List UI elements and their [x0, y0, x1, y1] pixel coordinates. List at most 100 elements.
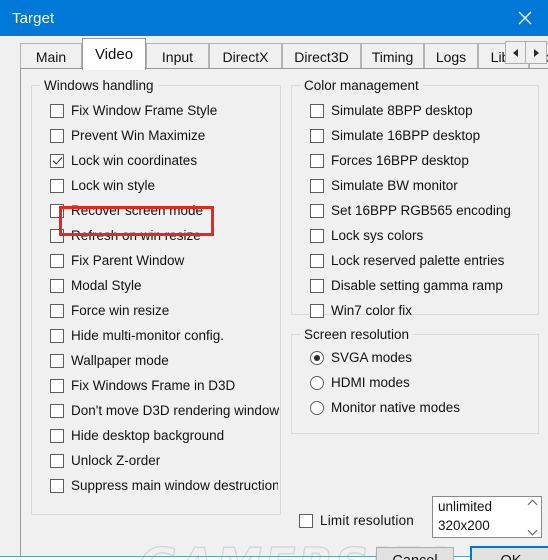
color-management-title: Color management: [300, 78, 423, 93]
checkbox-box-icon: [310, 154, 324, 168]
checkbox-box-icon: [50, 429, 64, 443]
checkbox-force-win-resize[interactable]: Force win resize: [50, 300, 169, 322]
screen-resolution-group: Screen resolution SVGA modes HDMI modes …: [291, 327, 539, 434]
cancel-button[interactable]: Cancel: [376, 547, 454, 560]
screen-resolution-title: Screen resolution: [300, 327, 414, 342]
windows-handling-group: Windows handling Fix Window Frame Style …: [31, 78, 281, 515]
tab-direct3d[interactable]: Direct3D: [282, 43, 361, 69]
tab-scroll-prev-button[interactable]: [505, 41, 526, 64]
dialog-client-area: Main Video Input DirectX Direct3D Timing…: [0, 36, 548, 560]
checkbox-fix-window-frame-style[interactable]: Fix Window Frame Style: [50, 100, 217, 122]
checkbox-box-icon: [50, 454, 64, 468]
checkbox-wallpaper-mode[interactable]: Wallpaper mode: [50, 350, 169, 372]
tab-video[interactable]: Video: [82, 38, 146, 70]
tab-logs[interactable]: Logs: [424, 43, 478, 69]
radio-svga-modes[interactable]: SVGA modes: [310, 347, 412, 369]
checkbox-box-icon: [50, 304, 64, 318]
checkbox-label: Lock sys colors: [331, 228, 424, 243]
checkbox-box-icon: [50, 354, 64, 368]
checkbox-box-icon: [310, 179, 324, 193]
checkbox-box-icon: [50, 279, 64, 293]
checkbox-label: Recover screen mode: [71, 203, 204, 218]
checkbox-label: Forces 16BPP desktop: [331, 153, 469, 168]
listbox-scrollbar[interactable]: [524, 497, 541, 537]
radio-label: Monitor native modes: [331, 400, 461, 415]
checkbox-label: Limit resolution: [320, 513, 414, 528]
ok-button[interactable]: OK: [470, 546, 548, 560]
checkbox-simulate-16bpp-desktop[interactable]: Simulate 16BPP desktop: [310, 125, 480, 147]
checkbox-suppress-main-window-destruction[interactable]: Suppress main window destruction: [50, 475, 278, 497]
radio-selected-icon: [310, 351, 324, 365]
checkbox-dont-move-d3d-rendering-window[interactable]: Don't move D3D rendering window: [50, 400, 279, 422]
checkbox-box-icon: [310, 229, 324, 243]
chevron-up-icon[interactable]: [528, 500, 537, 506]
close-button[interactable]: [501, 0, 548, 36]
title-bar: Target: [0, 0, 548, 36]
video-tab-panel: GAMERSKY Windows handling Fix Window Fra…: [20, 68, 548, 560]
checkbox-box-icon: [50, 104, 64, 118]
radio-icon: [310, 401, 324, 415]
checkbox-box-icon: [310, 104, 324, 118]
tab-scroll-next-button[interactable]: [526, 41, 547, 64]
checkbox-label: Force win resize: [71, 303, 170, 318]
checkbox-lock-win-style[interactable]: Lock win style: [50, 175, 155, 197]
checkbox-box-icon: [310, 129, 324, 143]
checkbox-label: Fix Parent Window: [71, 253, 185, 268]
tab-input[interactable]: Input: [146, 43, 209, 69]
checkbox-unlock-z-order[interactable]: Unlock Z-order: [50, 450, 160, 472]
chevron-down-icon[interactable]: [528, 528, 537, 534]
checkbox-label: Hide desktop background: [71, 428, 225, 443]
checkbox-label: Simulate 16BPP desktop: [331, 128, 481, 143]
tab-main[interactable]: Main: [20, 43, 82, 69]
checkbox-label: Lock win coordinates: [71, 153, 198, 168]
checkbox-label: Wallpaper mode: [71, 353, 169, 368]
radio-label: HDMI modes: [331, 375, 410, 390]
triangle-left-icon: [513, 48, 518, 57]
radio-hdmi-modes[interactable]: HDMI modes: [310, 372, 410, 394]
radio-label: SVGA modes: [331, 350, 413, 365]
checkbox-set-16bpp-rgb565-encoding[interactable]: Set 16BPP RGB565 encoding: [310, 200, 511, 222]
checkbox-fix-parent-window[interactable]: Fix Parent Window: [50, 250, 184, 272]
color-management-group: Color management Simulate 8BPP desktop S…: [291, 78, 539, 318]
windows-handling-title: Windows handling: [40, 78, 158, 93]
checkbox-box-icon: [310, 204, 324, 218]
checkbox-label: Unlock Z-order: [71, 453, 161, 468]
window-title: Target: [12, 9, 55, 27]
checkbox-forces-16bpp-desktop[interactable]: Forces 16BPP desktop: [310, 150, 469, 172]
checkbox-hide-multi-monitor-config[interactable]: Hide multi-monitor config.: [50, 325, 224, 347]
checkbox-fix-windows-frame-in-d3d[interactable]: Fix Windows Frame in D3D: [50, 375, 235, 397]
checkbox-win7-color-fix[interactable]: Win7 color fix: [310, 300, 412, 322]
checkbox-modal-style[interactable]: Modal Style: [50, 275, 142, 297]
checkbox-label: Simulate BW monitor: [331, 178, 458, 193]
checkbox-lock-win-coordinates[interactable]: Lock win coordinates: [50, 150, 197, 172]
checkbox-recover-screen-mode[interactable]: Recover screen mode: [50, 200, 203, 222]
tab-directx[interactable]: DirectX: [209, 43, 282, 69]
checkbox-lock-sys-colors[interactable]: Lock sys colors: [310, 225, 423, 247]
tab-strip: Main Video Input DirectX Direct3D Timing…: [20, 37, 548, 70]
checkbox-label: Lock win style: [71, 178, 156, 193]
checkbox-hide-desktop-background[interactable]: Hide desktop background: [50, 425, 224, 447]
checkbox-simulate-8bpp-desktop[interactable]: Simulate 8BPP desktop: [310, 100, 473, 122]
checkbox-prevent-win-maximize[interactable]: Prevent Win Maximize: [50, 125, 205, 147]
resolution-listbox[interactable]: unlimited 320x200 400x300: [432, 496, 542, 538]
checkbox-label: Simulate 8BPP desktop: [331, 103, 473, 118]
checkbox-lock-reserved-palette-entries[interactable]: Lock reserved palette entries: [310, 250, 504, 272]
checkbox-simulate-bw-monitor[interactable]: Simulate BW monitor: [310, 175, 458, 197]
target-settings-dialog: Target Main Video Input DirectX Direct3D…: [0, 0, 548, 560]
checkbox-label: Disable setting gamma ramp: [331, 278, 503, 293]
checkbox-label: Hide multi-monitor config.: [71, 328, 225, 343]
checkbox-box-icon: [50, 404, 64, 418]
checkbox-box-icon: [50, 254, 64, 268]
checkbox-limit-resolution[interactable]: Limit resolution: [299, 510, 414, 532]
checkbox-refresh-on-win-resize[interactable]: Refresh on win resize: [50, 225, 201, 247]
checkbox-box-icon: [310, 304, 324, 318]
tab-timing[interactable]: Timing: [361, 43, 424, 69]
checkbox-label: Don't move D3D rendering window: [71, 403, 280, 418]
checkbox-box-icon: [50, 129, 64, 143]
radio-icon: [310, 376, 324, 390]
checkbox-disable-setting-gamma-ramp[interactable]: Disable setting gamma ramp: [310, 275, 503, 297]
radio-monitor-native-modes[interactable]: Monitor native modes: [310, 397, 460, 419]
checkbox-checked-icon: [50, 154, 64, 168]
checkbox-box-icon: [50, 229, 64, 243]
checkbox-box-icon: [50, 204, 64, 218]
